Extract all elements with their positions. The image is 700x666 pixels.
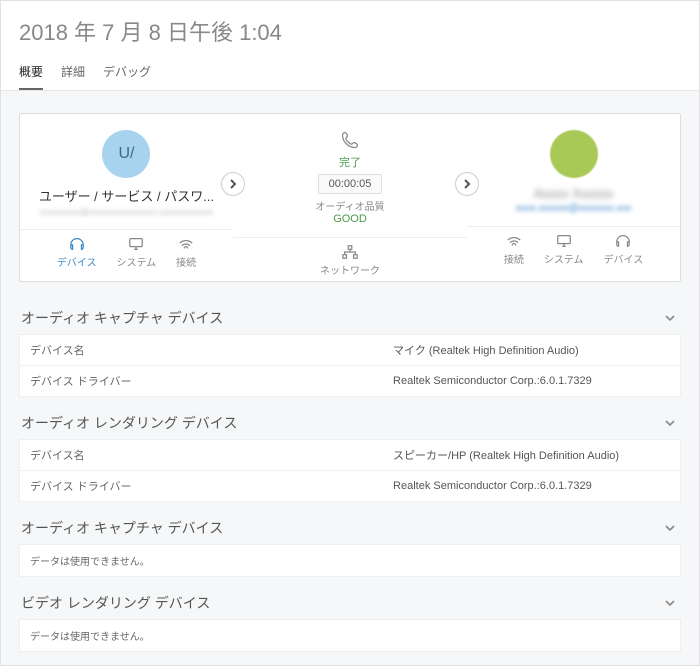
- subtab-label: 接続: [504, 251, 524, 266]
- call-info-column: 完了 00:00:05 オーディオ品質 GOOD ネットワーク: [233, 126, 467, 281]
- section-header-audio-capture[interactable]: オーディオ キャプチャ デバイス: [19, 298, 681, 334]
- monitor-icon: [127, 236, 145, 252]
- section-audio-render: オーディオ レンダリング デバイス デバイス名 スピーカー/HP (Realte…: [19, 403, 681, 502]
- subtab-callee-device[interactable]: デバイス: [594, 233, 654, 266]
- callee-avatar: [550, 130, 598, 178]
- monitor-icon: [555, 233, 573, 249]
- section-header-video-render[interactable]: ビデオ レンダリング デバイス: [19, 583, 681, 619]
- subtab-caller-system[interactable]: システム: [106, 236, 166, 269]
- wifi-icon: [177, 236, 195, 252]
- table-row: デバイス ドライバー Realtek Semiconductor Corp.:6…: [20, 471, 681, 502]
- subtab-label: 接続: [176, 254, 196, 269]
- headset-icon: [68, 236, 86, 252]
- kv-table: デバイス名 スピーカー/HP (Realtek High Definition …: [19, 439, 681, 502]
- kv-key: デバイス ドライバー: [20, 471, 384, 502]
- callee-subtabs: 接続 システム デバイス: [467, 226, 680, 270]
- tab-overview[interactable]: 概要: [19, 63, 43, 90]
- quality-label: オーディオ品質: [315, 198, 384, 213]
- kv-key: デバイス名: [20, 335, 384, 366]
- call-status: 完了: [339, 154, 361, 170]
- table-row: デバイス ドライバー Realtek Semiconductor Corp.:6…: [20, 366, 681, 397]
- mid-subtabs: ネットワーク: [233, 237, 467, 281]
- kv-key: デバイス名: [20, 440, 384, 471]
- kv-table: デバイス名 マイク (Realtek High Definition Audio…: [19, 334, 681, 397]
- section-video-render: ビデオ レンダリング デバイス データは使用できません。: [19, 583, 681, 652]
- table-row: デバイス名 マイク (Realtek High Definition Audio…: [20, 335, 681, 366]
- section-header-audio-capture-2[interactable]: オーディオ キャプチャ デバイス: [19, 508, 681, 544]
- call-duration: 00:00:05: [318, 174, 383, 194]
- table-row: デバイス名 スピーカー/HP (Realtek High Definition …: [20, 440, 681, 471]
- subtab-label: システム: [544, 251, 584, 266]
- chevron-down-icon: [663, 311, 677, 325]
- nodata-message: データは使用できません。: [19, 619, 681, 652]
- section-title: オーディオ キャプチャ デバイス: [21, 518, 223, 538]
- headset-icon: [614, 233, 632, 249]
- section-title: ビデオ レンダリング デバイス: [21, 593, 210, 613]
- main-tabs: 概要 詳細 デバッグ: [1, 57, 699, 91]
- subtab-network[interactable]: ネットワーク: [310, 244, 390, 277]
- network-icon: [341, 244, 359, 260]
- subtab-label: デバイス: [604, 251, 644, 266]
- nodata-message: データは使用できません。: [19, 544, 681, 577]
- page-title: 2018 年 7 月 8 日午後 1:04: [1, 1, 699, 57]
- phone-icon: [340, 130, 360, 150]
- chevron-down-icon: [663, 416, 677, 430]
- kv-key: デバイス ドライバー: [20, 366, 384, 397]
- kv-value: マイク (Realtek High Definition Audio): [383, 335, 680, 366]
- wifi-icon: [505, 233, 523, 249]
- subtab-caller-device[interactable]: デバイス: [47, 236, 107, 269]
- kv-value: スピーカー/HP (Realtek High Definition Audio): [383, 440, 680, 471]
- subtab-label: デバイス: [57, 254, 97, 269]
- section-audio-capture-2: オーディオ キャプチャ デバイス データは使用できません。: [19, 508, 681, 577]
- section-header-audio-render[interactable]: オーディオ レンダリング デバイス: [19, 403, 681, 439]
- subtab-callee-connection[interactable]: 接続: [494, 233, 534, 266]
- chevron-down-icon: [663, 596, 677, 610]
- callee-email: xxxx.xxxxxx@xxxxxxx.xxx: [516, 203, 632, 214]
- callee-name: Axxxx Xxxxxx: [534, 186, 613, 201]
- kv-value: Realtek Semiconductor Corp.:6.0.1.7329: [383, 366, 680, 397]
- kv-value: Realtek Semiconductor Corp.:6.0.1.7329: [383, 471, 680, 502]
- chevron-right-icon: [462, 179, 472, 189]
- chevron-down-icon: [663, 521, 677, 535]
- arrow-right-button-2[interactable]: [455, 172, 479, 196]
- tab-debug[interactable]: デバッグ: [103, 63, 151, 90]
- callee-column: Axxxx Xxxxxx xxxx.xxxxxx@xxxxxxx.xxx 接続 …: [467, 126, 680, 281]
- tab-details[interactable]: 詳細: [61, 63, 85, 90]
- caller-avatar: U/: [102, 130, 150, 178]
- section-audio-capture: オーディオ キャプチャ デバイス デバイス名 マイク (Realtek High…: [19, 298, 681, 397]
- caller-subtabs: デバイス システム 接続: [20, 229, 233, 273]
- subtab-label: ネットワーク: [320, 262, 380, 277]
- quality-value: GOOD: [333, 213, 367, 225]
- summary-card: U/ ユーザー / サービス / パスワ... xxxxxxxxx@xxxxxx…: [19, 113, 681, 282]
- caller-name: ユーザー / サービス / パスワ...: [39, 186, 214, 205]
- subtab-caller-connection[interactable]: 接続: [166, 236, 206, 269]
- section-title: オーディオ レンダリング デバイス: [21, 413, 237, 433]
- subtab-label: システム: [116, 254, 156, 269]
- section-title: オーディオ キャプチャ デバイス: [21, 308, 223, 328]
- caller-column: U/ ユーザー / サービス / パスワ... xxxxxxxxx@xxxxxx…: [20, 126, 233, 281]
- subtab-callee-system[interactable]: システム: [534, 233, 594, 266]
- caller-email: xxxxxxxxx@xxxxxxxxxxxxxxx.xxxxxxxxxxxx: [40, 207, 214, 217]
